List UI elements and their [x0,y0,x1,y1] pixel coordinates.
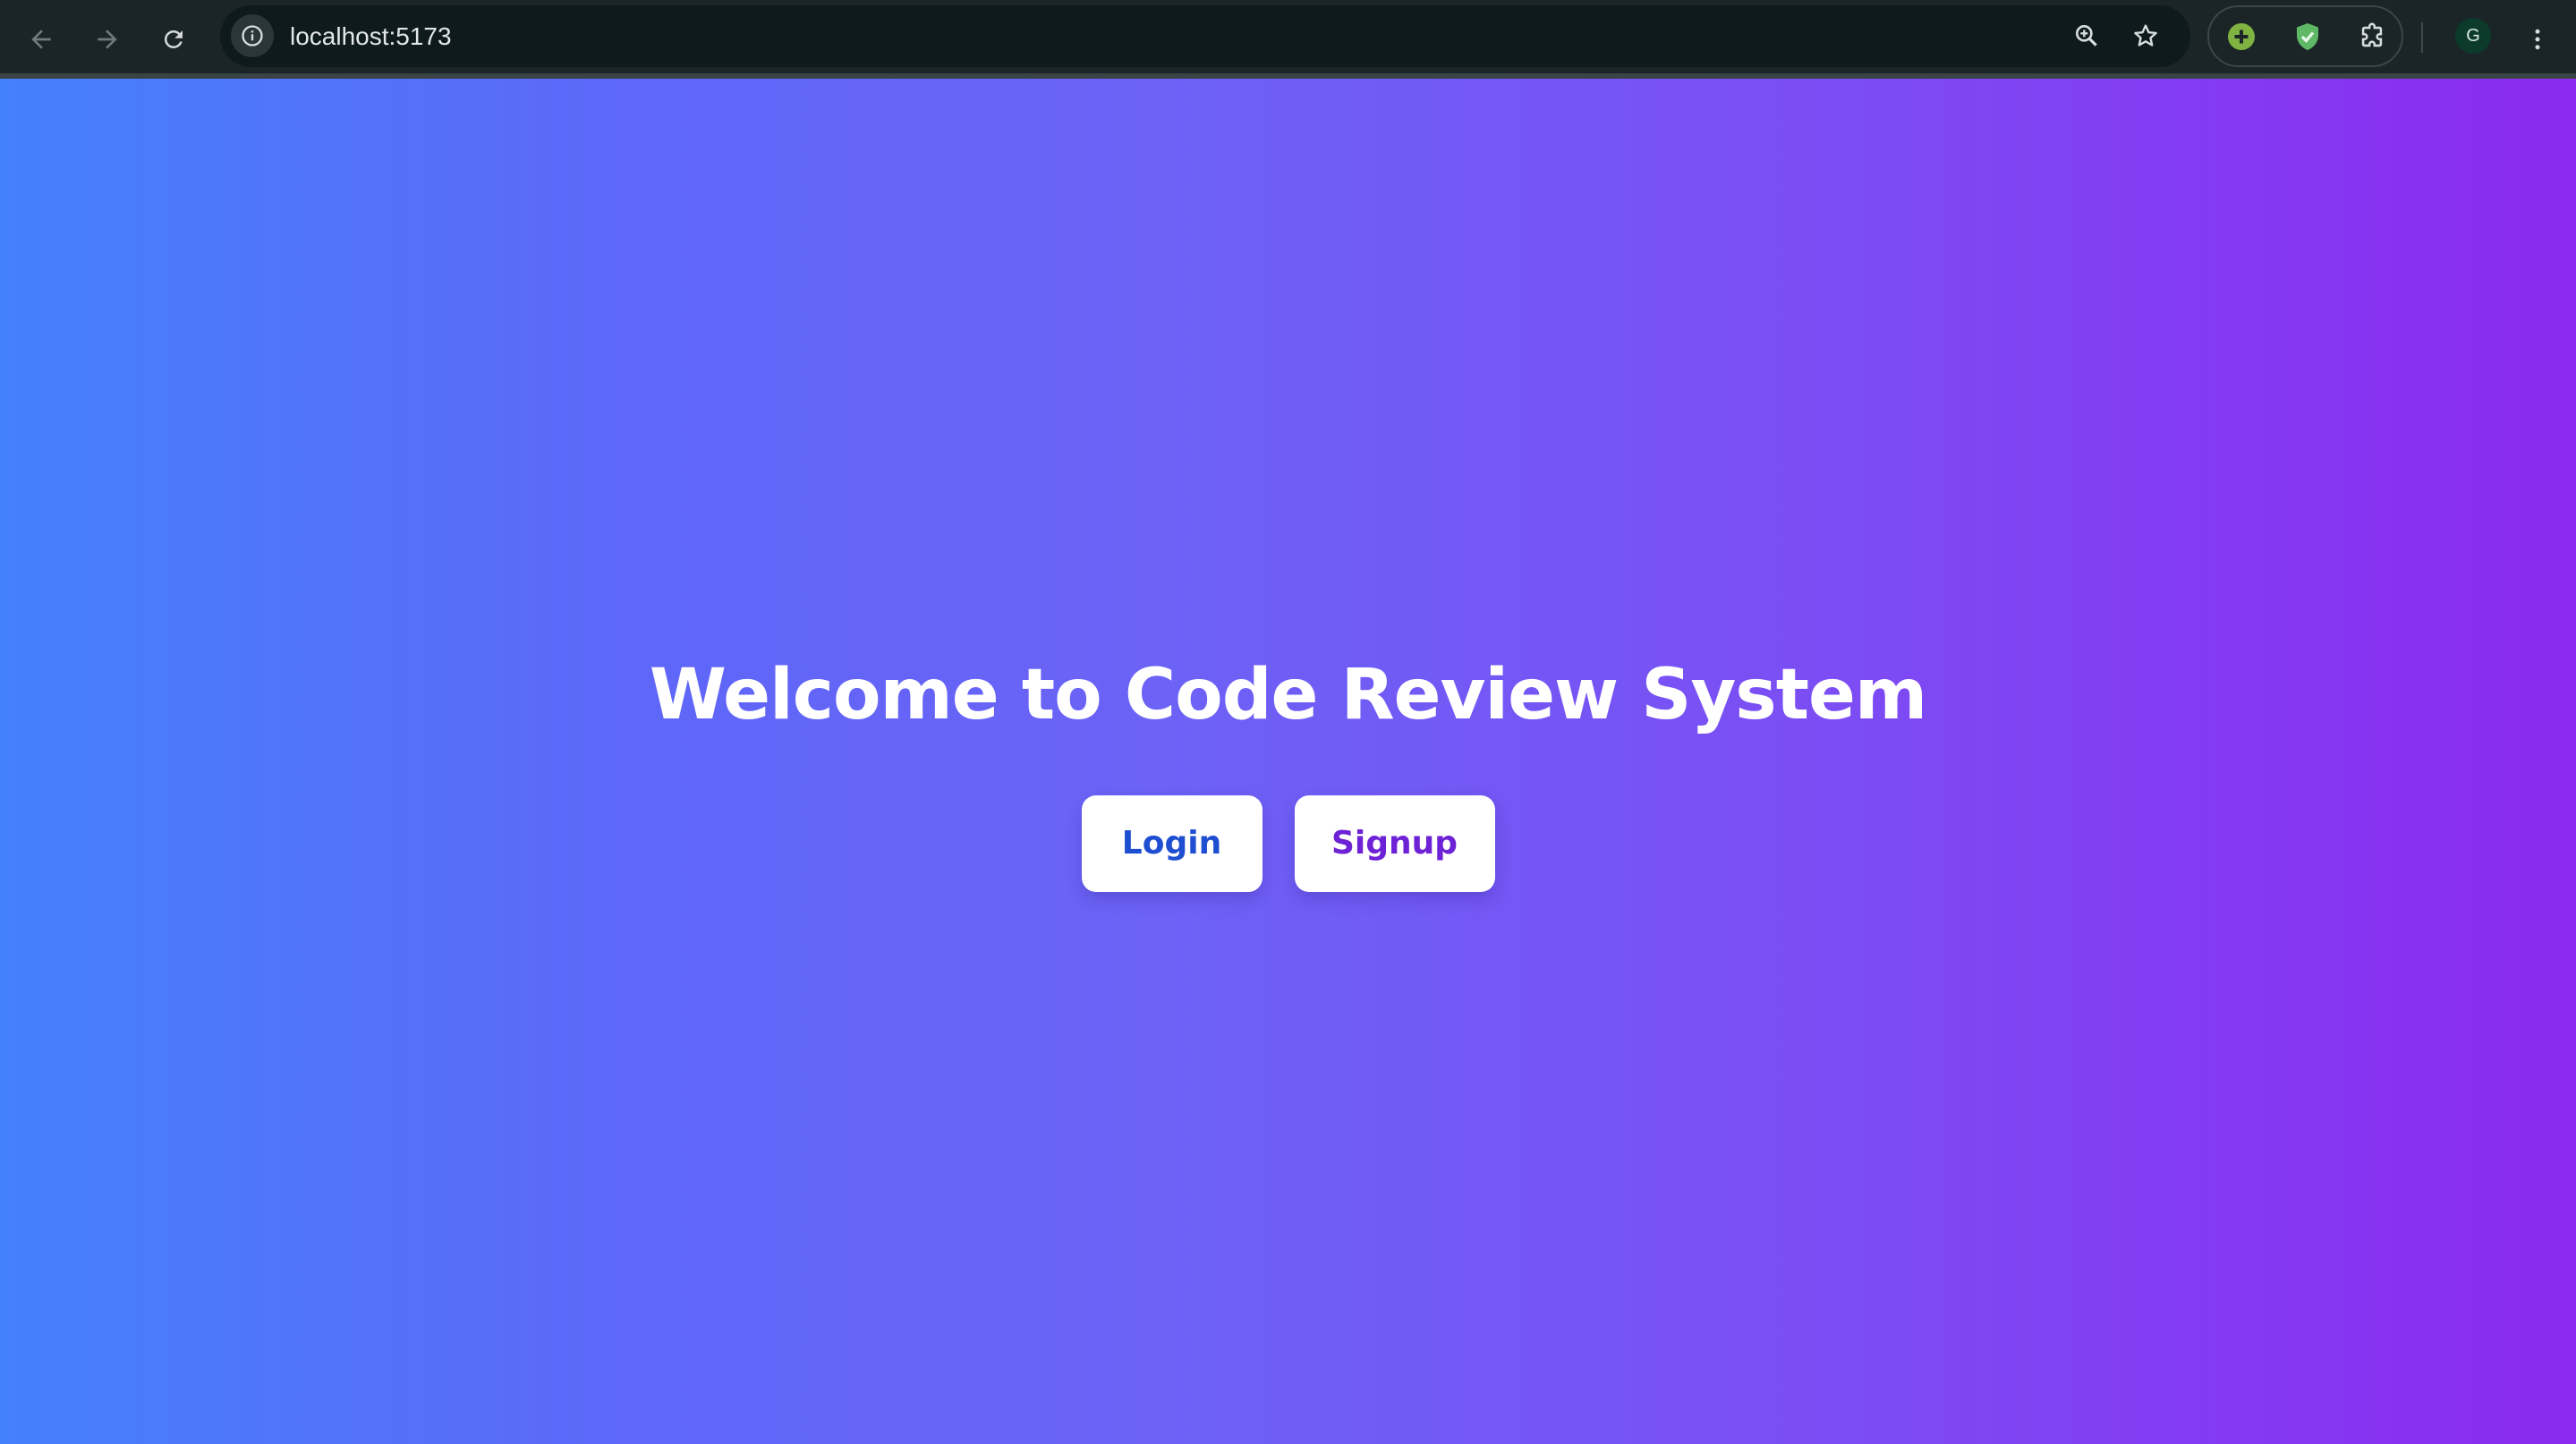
forward-button[interactable] [84,16,131,63]
star-icon [2134,24,2157,47]
green-shield-extension-icon [2297,23,2318,50]
puzzle-icon [2361,22,2383,47]
hero-section: Welcome to Code Review System Login Sign… [649,654,1927,892]
zoom-button[interactable] [2065,14,2108,57]
vertical-dots-icon [2535,29,2540,50]
address-bar[interactable]: localhost:5173 [220,5,2190,67]
page-viewport: Welcome to Code Review System Login Sign… [0,79,2576,1444]
reload-button[interactable] [150,16,197,63]
info-icon [242,25,263,47]
extensions-group [2207,5,2403,67]
site-info-button[interactable] [231,14,274,57]
extension-plus-button[interactable] [2220,15,2263,58]
bookmark-button[interactable] [2124,14,2167,57]
extension-shield-button[interactable] [2286,15,2329,58]
arrow-right-icon [98,30,117,49]
login-button[interactable]: Login [1081,794,1262,892]
signup-button[interactable]: Signup [1294,794,1495,892]
browser-menu-button[interactable] [2514,16,2561,63]
arrow-left-icon [31,30,51,49]
auth-actions: Login Signup [1081,794,1495,892]
page-title: Welcome to Code Review System [649,655,1927,736]
browser-window: localhost:5173 G Welcome to Code Review … [0,0,2576,1444]
browser-toolbar: localhost:5173 G [0,0,2576,79]
green-plus-extension-icon [2228,23,2255,50]
reload-icon [164,30,183,48]
zoom-in-icon [2076,24,2097,47]
toolbar-divider [2421,22,2423,53]
url-text[interactable]: localhost:5173 [290,5,452,67]
back-button[interactable] [18,16,64,63]
extensions-menu-button[interactable] [2351,15,2393,58]
profile-avatar[interactable]: G [2455,18,2491,54]
